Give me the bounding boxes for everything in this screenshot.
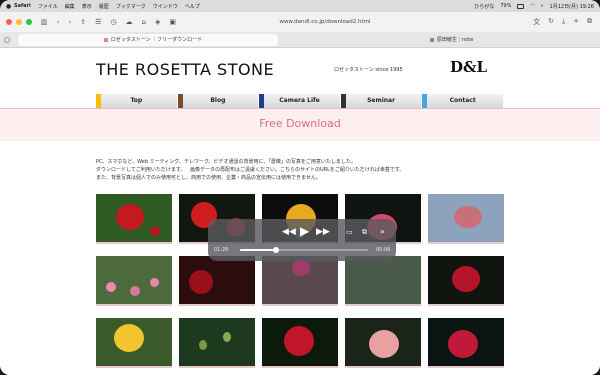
tab-overview-icon[interactable]: ⧉ xyxy=(587,17,592,27)
rose-photo[interactable] xyxy=(96,194,172,244)
nav-label: Seminar xyxy=(367,97,396,104)
cloud-icon[interactable]: ☁ xyxy=(126,18,133,26)
menu-history[interactable]: 履歴 xyxy=(99,3,109,10)
nav-accent xyxy=(259,94,265,108)
menu-help[interactable]: ヘルプ xyxy=(185,3,200,10)
tab-group-icon[interactable] xyxy=(4,37,10,43)
extension-icon[interactable]: ◈ xyxy=(155,18,160,26)
browser-toolbar: ▥ ‹ › ⇪ ☰ ◷ ☁ ⌂ ◈ ▣ www.dandl.co.jp/down… xyxy=(0,12,600,32)
nav-seminar[interactable]: Seminar xyxy=(340,94,423,108)
datetime[interactable]: 1月12日(月) 19:26 xyxy=(550,3,594,10)
intro-line: PC、スマホなど、Web ミーティング、テレワーク、ビデオ通話の背景用に、「薔薇… xyxy=(96,159,356,165)
menu-file[interactable]: ファイル xyxy=(38,3,58,10)
input-method-label[interactable]: ひらがな xyxy=(474,3,494,10)
tab-active[interactable]: ロゼッタストーン ｜フリーダウンロード xyxy=(18,34,278,46)
airplay-icon[interactable]: ▭ xyxy=(346,228,353,236)
nav-label: Camera Life xyxy=(279,97,320,104)
nav-accent xyxy=(96,94,101,108)
window-controls xyxy=(6,19,32,25)
progress-track[interactable] xyxy=(240,247,368,253)
minimize-button[interactable] xyxy=(16,19,22,25)
rose-photo[interactable] xyxy=(428,318,504,368)
rose-photo[interactable] xyxy=(428,256,504,306)
tab-label: 原田敏生｜note xyxy=(437,37,474,43)
intro-line: ダウンロードしてご利用いただけます。ㅤ画像データの再配布はご遠慮ください。こちら… xyxy=(96,167,405,173)
extension-icon-2[interactable]: ▣ xyxy=(169,18,176,26)
rose-photo[interactable] xyxy=(428,194,504,244)
web-page: THE ROSETTA STONE ロゼッタストーン since 1995 D&… xyxy=(0,48,600,375)
reading-list-icon[interactable]: ☰ xyxy=(95,18,101,26)
site-title[interactable]: THE ROSETTA STONE xyxy=(96,60,274,79)
play-icon[interactable]: ▶ xyxy=(300,224,309,238)
elapsed-time: 01:20 xyxy=(214,247,229,253)
banner-title: Free Download xyxy=(259,117,341,130)
nav-top[interactable]: Top xyxy=(96,94,178,108)
nav-contact[interactable]: Contact xyxy=(422,94,504,108)
site-subtitle: ロゼッタストーン since 1995 xyxy=(334,67,403,73)
translate-icon[interactable]: 文 xyxy=(533,17,540,27)
sidebar-icon[interactable]: ▥ xyxy=(41,18,48,26)
nav-blog[interactable]: Blog xyxy=(177,94,260,108)
close-button[interactable] xyxy=(6,19,12,25)
home-icon[interactable]: ⌂ xyxy=(142,18,146,26)
logo-text: D&L xyxy=(450,58,488,76)
pip-icon[interactable]: ⧉ xyxy=(362,228,367,237)
reload-icon[interactable]: ↻ xyxy=(548,17,554,27)
forward-icon[interactable]: › xyxy=(68,18,71,26)
rose-photo[interactable] xyxy=(345,256,421,306)
tab-bar: ロゼッタストーン ｜フリーダウンロード 原田敏生｜note xyxy=(0,32,600,48)
nav-accent xyxy=(422,94,428,108)
menu-app[interactable]: Safari xyxy=(14,3,31,9)
favicon-icon xyxy=(430,37,434,42)
wifi-icon[interactable]: ◠ xyxy=(530,3,534,9)
more-icon[interactable]: » xyxy=(380,227,385,236)
address-bar[interactable]: www.dandl.co.jp/download2.html xyxy=(200,16,450,28)
screen: ● Safari ファイル 編集 表示 履歴 ブックマーク ウインドウ ヘルプ … xyxy=(0,0,600,375)
nav-label: Top xyxy=(130,97,143,104)
tab-note[interactable]: 原田敏生｜note xyxy=(420,34,590,46)
logo[interactable]: D&L xyxy=(450,58,502,84)
history-icon[interactable]: ◷ xyxy=(110,18,116,26)
toolbar-right: 文 ↻ ⤓ + ⧉ xyxy=(533,17,592,27)
fast-forward-icon[interactable]: ▶▶ xyxy=(316,227,330,237)
back-icon[interactable]: ‹ xyxy=(57,18,60,26)
video-player-overlay: ◀◀ ▶ ▶▶ ▭ ⧉ » 01:20 00:06 xyxy=(208,219,396,261)
rose-photo[interactable] xyxy=(96,256,172,306)
rose-photo[interactable] xyxy=(262,256,338,306)
download-icon[interactable]: ⤓ xyxy=(562,17,565,27)
menu-view[interactable]: 表示 xyxy=(82,3,92,10)
search-icon[interactable]: ⌕ xyxy=(541,3,544,9)
rose-photo[interactable] xyxy=(179,318,255,368)
menu-edit[interactable]: 編集 xyxy=(65,3,75,10)
battery-percent: 79% xyxy=(500,3,512,9)
nav-label: Contact xyxy=(449,97,476,104)
nav-accent xyxy=(340,94,346,108)
tab-label: ロゼッタストーン ｜フリーダウンロード xyxy=(110,37,203,43)
menu-bookmarks[interactable]: ブックマーク xyxy=(116,3,146,10)
rose-photo[interactable] xyxy=(179,256,255,306)
nav-camera-life[interactable]: Camera Life xyxy=(259,94,341,108)
progress-knob[interactable] xyxy=(272,247,279,253)
site-nav: Top Blog Camera Life Seminar Contact xyxy=(96,94,504,108)
progress-fill xyxy=(240,249,276,251)
battery-icon[interactable] xyxy=(517,3,525,9)
intro-text: PC、スマホなど、Web ミーティング、テレワーク、ビデオ通話の背景用に、「薔薇… xyxy=(96,158,516,182)
download-banner: Free Download xyxy=(0,108,600,141)
menu-window[interactable]: ウインドウ xyxy=(153,3,178,10)
rose-photo[interactable] xyxy=(96,318,172,368)
remaining-time: 00:06 xyxy=(376,247,391,253)
nav-accent xyxy=(177,94,183,108)
favicon-icon xyxy=(103,37,108,42)
intro-line: また、背景写真は個人でのみ使用可とし、商用での使用、企業・商品の宣伝用には使用で… xyxy=(96,175,321,181)
status-area: ひらがな 79% ◠ ⌕ 1月12日(月) 19:26 xyxy=(474,3,594,10)
zoom-button[interactable] xyxy=(26,19,32,25)
nav-label: Blog xyxy=(210,97,226,104)
rose-photo[interactable] xyxy=(262,318,338,368)
rewind-icon[interactable]: ◀◀ xyxy=(282,227,296,237)
share-icon[interactable]: ⇪ xyxy=(80,18,86,26)
new-tab-icon[interactable]: + xyxy=(573,17,579,27)
apple-icon[interactable]: ● xyxy=(6,3,14,10)
menu-bar: ● Safari ファイル 編集 表示 履歴 ブックマーク ウインドウ ヘルプ … xyxy=(0,0,600,12)
rose-photo[interactable] xyxy=(345,318,421,368)
